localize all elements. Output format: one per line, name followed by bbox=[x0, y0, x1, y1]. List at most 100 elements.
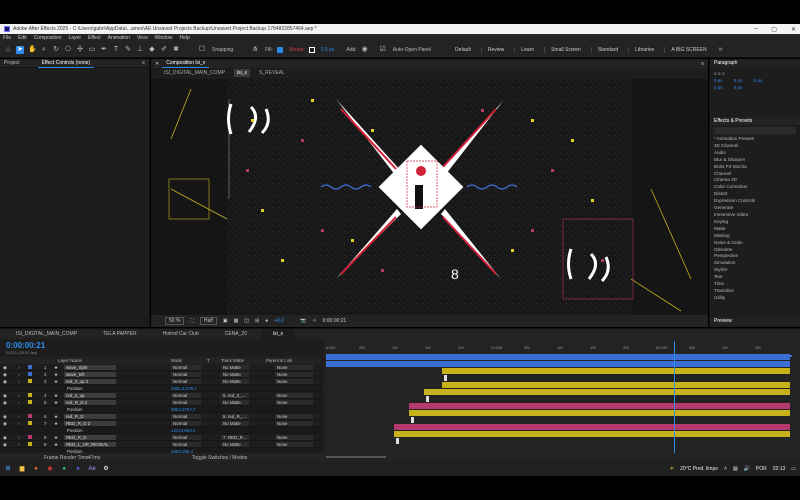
firefox-icon[interactable]: ● bbox=[32, 465, 40, 473]
selection-tool-icon[interactable]: ➤ bbox=[16, 45, 24, 54]
snapshot-icon[interactable]: 📷 bbox=[300, 318, 306, 324]
tab-isi-digital-main-comp[interactable]: ISI_DIGITAL_MAIN_COMP bbox=[4, 329, 89, 339]
menu-edit[interactable]: Edit bbox=[18, 35, 27, 41]
workspace-small-screen[interactable]: Small Screen bbox=[544, 46, 587, 53]
blend-mode-select[interactable]: Normal bbox=[171, 379, 201, 384]
windows-start-icon[interactable]: ⊞ bbox=[4, 465, 12, 473]
effect-category[interactable]: Expression Controls bbox=[710, 198, 800, 205]
effect-category[interactable]: Simulation bbox=[710, 260, 800, 267]
keyframe-icon[interactable] bbox=[426, 396, 429, 402]
lock-icon[interactable]: ▫ bbox=[18, 400, 20, 405]
clock[interactable]: 02:13 bbox=[773, 466, 786, 472]
property-row[interactable]: Position 6063,2797,7 bbox=[0, 406, 322, 413]
workspace-big-screen[interactable]: A BIG SCREEN bbox=[664, 46, 712, 53]
indent-left-value[interactable]: 0 px bbox=[714, 78, 723, 83]
align-left-icon[interactable]: ≡ bbox=[714, 71, 717, 76]
mask-icon[interactable]: ◫ bbox=[244, 318, 249, 324]
effect-category[interactable]: Color Correction bbox=[710, 184, 800, 191]
layer-duration-bar[interactable] bbox=[394, 424, 790, 430]
shape-tool-icon[interactable]: ▭ bbox=[88, 46, 96, 54]
puppet-pin-icon[interactable]: ✱ bbox=[172, 46, 180, 54]
layer-name[interactable]: wave_left bbox=[64, 372, 116, 377]
layer-duration-bar[interactable] bbox=[326, 361, 790, 367]
chrome-icon[interactable]: ◉ bbox=[46, 465, 54, 473]
add-dropdown-icon[interactable]: ◉ bbox=[361, 46, 369, 54]
layer-duration-bar[interactable] bbox=[424, 389, 790, 395]
clone-stamp-icon[interactable]: ⊥ bbox=[136, 46, 144, 54]
blend-mode-select[interactable]: Normal bbox=[171, 414, 201, 419]
grid-icon[interactable]: ⊞ bbox=[255, 318, 259, 324]
notifications-icon[interactable]: ▭ bbox=[791, 466, 796, 472]
layer-row[interactable]: ◉ ▫ 8 ★ RED_R_D Normal 7. RED_R... None bbox=[0, 434, 322, 441]
layer-duration-bar[interactable] bbox=[409, 410, 790, 416]
effect-category[interactable]: Keying bbox=[710, 219, 800, 226]
effect-category[interactable]: Audio bbox=[710, 150, 800, 157]
workspace-standard[interactable]: Standard bbox=[590, 46, 624, 53]
layer-name[interactable]: red_R_D 2 bbox=[64, 400, 116, 405]
timeline-timecode[interactable]: 0:00:00:21 bbox=[6, 341, 45, 350]
camera-tool-icon[interactable]: ⎔ bbox=[64, 46, 72, 54]
effect-category[interactable]: Obsolete bbox=[710, 247, 800, 254]
layer-row[interactable]: ◉ ▫ 2 ★ wave_left Normal No Matte None bbox=[0, 371, 322, 378]
minimize-icon[interactable]: – bbox=[754, 26, 757, 32]
panel-menu-icon[interactable]: ≡ bbox=[142, 60, 145, 66]
menu-effect[interactable]: Effect bbox=[88, 35, 101, 41]
tab-isi-x[interactable]: isi_x bbox=[260, 329, 295, 339]
track-matte-select[interactable]: 5. red_3_... bbox=[221, 393, 249, 398]
channel-icon[interactable]: ● bbox=[265, 318, 268, 324]
lock-icon[interactable]: ▫ bbox=[18, 372, 20, 377]
menu-animation[interactable]: Animation bbox=[108, 35, 130, 41]
menu-file[interactable]: File bbox=[3, 35, 11, 41]
menu-window[interactable]: Window bbox=[155, 35, 173, 41]
layer-name[interactable]: wave_right bbox=[64, 365, 116, 370]
menu-layer[interactable]: Layer bbox=[68, 35, 81, 41]
volume-icon[interactable]: 🔊 bbox=[744, 466, 750, 472]
effect-category[interactable]: Channel bbox=[710, 171, 800, 178]
layer-label-color[interactable] bbox=[28, 400, 32, 404]
eraser-icon[interactable]: ◆ bbox=[148, 46, 156, 54]
tab-cena-20[interactable]: CENA_20 bbox=[213, 329, 259, 339]
layer-row[interactable]: ◉ ▫ 7 ★ RED_R_D 2 Normal No Matte None bbox=[0, 420, 322, 427]
layer-row[interactable]: ◉ ▫ 1 ★ wave_right Normal No Matte None bbox=[0, 364, 322, 371]
lock-icon[interactable]: ▫ bbox=[18, 365, 20, 370]
menu-view[interactable]: View bbox=[137, 35, 148, 41]
track-matte-select[interactable]: 5. red_R_... bbox=[221, 414, 249, 419]
workspace-review[interactable]: Review bbox=[480, 46, 510, 53]
parent-select[interactable]: None bbox=[275, 442, 313, 447]
effect-category[interactable]: 3D Channel bbox=[710, 143, 800, 150]
lock-icon[interactable]: ▫ bbox=[18, 393, 20, 398]
layer-duration-bar[interactable] bbox=[326, 354, 790, 360]
space-before-value[interactable]: 0 px bbox=[714, 85, 723, 90]
blend-mode-select[interactable]: Normal bbox=[171, 442, 201, 447]
snapping-magnet-icon[interactable]: ⋔ bbox=[251, 46, 259, 54]
track-matte-select[interactable]: No Matte bbox=[221, 421, 249, 426]
layer-row[interactable]: ◉ ▫ 4 ★ red_3_up Normal 5. red_3_... None bbox=[0, 392, 322, 399]
parent-select[interactable]: None bbox=[275, 400, 313, 405]
viewer-timecode[interactable]: 0:00:00:21 bbox=[323, 318, 347, 324]
effect-category[interactable]: Blur & Sharpen bbox=[710, 157, 800, 164]
effect-category[interactable]: Perspective bbox=[710, 253, 800, 260]
layer-name[interactable]: red_3_up 2 bbox=[64, 379, 116, 384]
layer-name[interactable]: RED_R_D bbox=[64, 435, 116, 440]
layer-duration-bar[interactable] bbox=[442, 382, 790, 388]
layer-label-color[interactable] bbox=[28, 414, 32, 418]
blend-mode-select[interactable]: Normal bbox=[171, 365, 201, 370]
layer-row[interactable]: ◉ ▫ 6 ★ red_R_D Normal 5. red_R_... None bbox=[0, 413, 322, 420]
effect-category[interactable]: Cinema 4D bbox=[710, 177, 800, 184]
effect-category[interactable]: Distort bbox=[710, 191, 800, 198]
effect-category[interactable]: Transition bbox=[710, 288, 800, 295]
align-right-icon[interactable]: ≡ bbox=[722, 71, 725, 76]
tab-effect-controls[interactable]: Effect Controls (none) bbox=[37, 59, 95, 68]
parent-select[interactable]: None bbox=[275, 365, 313, 370]
keyframe-icon[interactable] bbox=[396, 438, 399, 444]
effect-category[interactable]: Missing bbox=[710, 233, 800, 240]
pen-tool-icon[interactable]: ✒ bbox=[100, 46, 108, 54]
resolution-select[interactable]: Half bbox=[199, 317, 217, 325]
effect-category[interactable]: * Animation Presets bbox=[710, 136, 800, 143]
layer-row[interactable]: ◉ ▫ 3 ★ red_3_up 2 Normal No Matte None bbox=[0, 378, 322, 385]
property-row[interactable]: Position 12214,803,0 bbox=[0, 427, 322, 434]
workspace-libraries[interactable]: Libraries bbox=[628, 46, 660, 53]
indent-right-value[interactable]: 0 px bbox=[734, 78, 743, 83]
lock-icon[interactable]: ▫ bbox=[18, 442, 20, 447]
property-row[interactable]: Position 3091,5,279,7 bbox=[0, 385, 322, 392]
